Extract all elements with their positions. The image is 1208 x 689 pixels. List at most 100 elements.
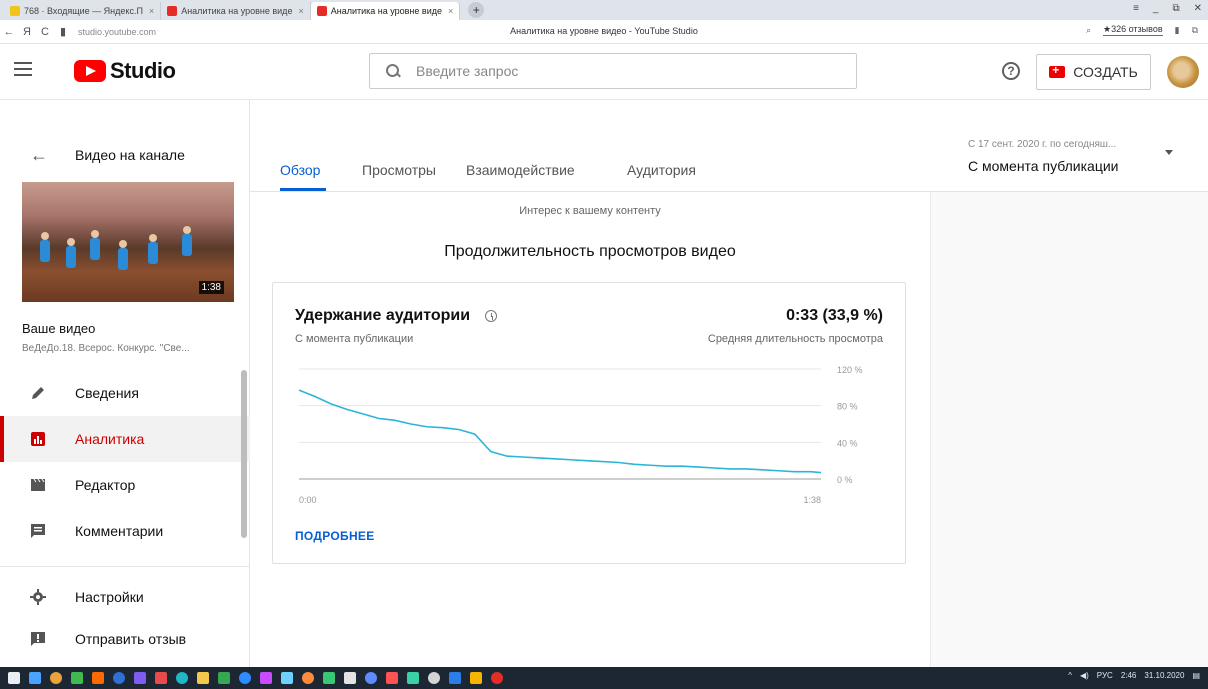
taskbar-app-icon[interactable] bbox=[50, 672, 62, 684]
taskbar-app-icon[interactable] bbox=[386, 672, 398, 684]
sidebar-item-label: Аналитика bbox=[75, 431, 145, 447]
taskbar-app-icon[interactable] bbox=[365, 672, 377, 684]
windows-start-icon[interactable] bbox=[8, 672, 20, 684]
youtube-favicon-icon bbox=[167, 6, 178, 16]
taskbar-app-icon[interactable] bbox=[176, 672, 188, 684]
taskbar-app-icon[interactable] bbox=[449, 672, 461, 684]
hamburger-menu-icon[interactable] bbox=[14, 62, 32, 76]
taskbar-app-icon[interactable] bbox=[407, 672, 419, 684]
reload-icon[interactable]: C bbox=[36, 26, 54, 38]
thumbnail-figure bbox=[90, 230, 100, 260]
browser-tab-label: Аналитика на уровне виде bbox=[330, 6, 442, 16]
taskbar-app-icon[interactable] bbox=[92, 672, 104, 684]
tab-views[interactable]: Просмотры bbox=[362, 162, 436, 178]
sidebar-divider bbox=[0, 566, 250, 567]
notifications-icon[interactable]: ▤ bbox=[1192, 671, 1200, 680]
taskbar-app-icon[interactable] bbox=[113, 672, 125, 684]
average-view-duration-label: Средняя длительность просмотра bbox=[707, 333, 883, 345]
mail-favicon-icon bbox=[10, 6, 20, 16]
feedback-icon bbox=[31, 632, 45, 646]
menu-icon[interactable]: ≡ bbox=[1133, 3, 1139, 14]
section-title: Продолжительность просмотров видео bbox=[444, 243, 736, 260]
studio-logo[interactable]: Studio bbox=[74, 58, 176, 84]
back-arrow-icon[interactable]: ← bbox=[30, 145, 48, 166]
taskbar-app-icon[interactable] bbox=[155, 672, 167, 684]
thumbnail-figure bbox=[118, 240, 128, 270]
search-box[interactable] bbox=[369, 53, 857, 89]
thumbnail-figure bbox=[182, 226, 192, 256]
more-link[interactable]: ПОДРОБНЕЕ bbox=[295, 529, 375, 543]
sidebar-item-editor[interactable]: Редактор bbox=[0, 462, 250, 508]
analytics-icon bbox=[31, 432, 45, 446]
taskbar-app-icon[interactable] bbox=[197, 672, 209, 684]
taskbar-app-icon[interactable] bbox=[71, 672, 83, 684]
card-title: Удержание аудитории bbox=[295, 307, 471, 324]
browser-tab-label: Аналитика на уровне виде bbox=[181, 6, 293, 16]
search-icon[interactable] bbox=[386, 64, 400, 78]
period-range[interactable]: С 17 сент. 2020 г. по сегодняш... bbox=[968, 139, 1116, 150]
yandex-icon[interactable]: Я bbox=[18, 26, 36, 38]
tab-overview[interactable]: Обзор bbox=[280, 162, 320, 178]
sidebar-item-feedback[interactable]: Отправить отзыв bbox=[0, 616, 250, 662]
taskbar-app-icon[interactable] bbox=[218, 672, 230, 684]
clock-icon[interactable] bbox=[485, 310, 497, 322]
youtube-logo-icon bbox=[74, 60, 106, 82]
taskbar-app-icon[interactable] bbox=[239, 672, 251, 684]
restore-icon[interactable]: ⧉ bbox=[1172, 3, 1179, 14]
reviews-link[interactable]: ★326 отзывов bbox=[1103, 24, 1163, 36]
taskbar-app-icon[interactable] bbox=[260, 672, 272, 684]
url-field[interactable]: studio.youtube.com bbox=[78, 27, 156, 37]
x-tick-label: 0:00 bbox=[299, 495, 317, 505]
bookmark-icon[interactable]: ▮ bbox=[1175, 25, 1180, 36]
tab-close-icon[interactable]: × bbox=[298, 6, 303, 16]
browser-tab-analytics-1[interactable]: Аналитика на уровне виде × bbox=[161, 2, 311, 20]
browser-tab-mail[interactable]: 768 · Входящие — Яндекс.П × bbox=[4, 2, 162, 20]
taskbar-app-icon[interactable] bbox=[428, 672, 440, 684]
taskbar-app-icon[interactable] bbox=[323, 672, 335, 684]
help-icon[interactable]: ? bbox=[1002, 62, 1020, 80]
input-language[interactable]: РУС bbox=[1097, 671, 1113, 680]
video-camera-icon bbox=[1049, 63, 1066, 78]
sidebar-item-details[interactable]: Сведения bbox=[0, 370, 250, 416]
sidebar-item-label: Комментарии bbox=[75, 523, 164, 539]
search-small-icon[interactable]: ⌕ bbox=[1086, 25, 1091, 36]
retention-chart[interactable]: 120 % 80 % 40 % 0 % 0:00 1:38 bbox=[297, 361, 877, 511]
taskbar-app-icon[interactable] bbox=[281, 672, 293, 684]
sidebar-item-analytics[interactable]: Аналитика bbox=[0, 416, 250, 462]
extension-icon[interactable]: ⧉ bbox=[1192, 25, 1198, 36]
taskbar-app-icon[interactable] bbox=[470, 672, 482, 684]
studio-header: Studio ? СОЗДАТЬ bbox=[0, 44, 1208, 100]
taskbar-app-icon[interactable] bbox=[134, 672, 146, 684]
tray-arrow-icon[interactable]: ^ bbox=[1068, 671, 1072, 680]
video-thumbnail[interactable]: 1:38 bbox=[22, 182, 234, 302]
sidebar-item-settings[interactable]: Настройки bbox=[0, 574, 250, 620]
new-tab-button[interactable]: + bbox=[468, 2, 485, 18]
browser-tab-analytics-2[interactable]: Аналитика на уровне виде × bbox=[310, 2, 461, 20]
search-input[interactable] bbox=[416, 63, 816, 79]
channel-videos-link[interactable]: Видео на канале bbox=[75, 147, 185, 163]
volume-icon[interactable]: ◀) bbox=[1080, 671, 1089, 680]
interest-caption: Интерес к вашему контенту bbox=[519, 205, 661, 217]
address-bar: ← Я C ▮ studio.youtube.com Аналитика на … bbox=[0, 20, 1208, 44]
right-panel bbox=[930, 192, 1208, 667]
create-button[interactable]: СОЗДАТЬ bbox=[1036, 54, 1151, 90]
taskbar-app-icon[interactable] bbox=[344, 672, 356, 684]
taskbar-app-icon[interactable] bbox=[29, 672, 41, 684]
y-tick-label: 40 % bbox=[837, 438, 858, 448]
minimize-icon[interactable]: _ bbox=[1153, 3, 1159, 14]
taskbar-app-icon[interactable] bbox=[302, 672, 314, 684]
avatar[interactable] bbox=[1167, 56, 1199, 88]
sidebar-item-comments[interactable]: Комментарии bbox=[0, 508, 250, 554]
tab-engagement[interactable]: Взаимодействие bbox=[466, 162, 575, 178]
tab-audience[interactable]: Аудитория bbox=[627, 162, 696, 178]
taskbar-app-icon[interactable] bbox=[491, 672, 503, 684]
sidebar-item-label: Настройки bbox=[75, 589, 144, 605]
period-selector[interactable]: С момента публикации bbox=[968, 158, 1118, 174]
chevron-down-icon[interactable] bbox=[1165, 150, 1173, 155]
back-nav-icon[interactable]: ← bbox=[0, 26, 18, 38]
thumbnail-figure bbox=[148, 234, 158, 264]
sidebar-scrollbar[interactable] bbox=[241, 370, 247, 538]
close-window-icon[interactable]: ✕ bbox=[1194, 3, 1202, 14]
tab-close-icon[interactable]: × bbox=[149, 6, 154, 16]
tab-close-icon[interactable]: × bbox=[448, 6, 453, 16]
